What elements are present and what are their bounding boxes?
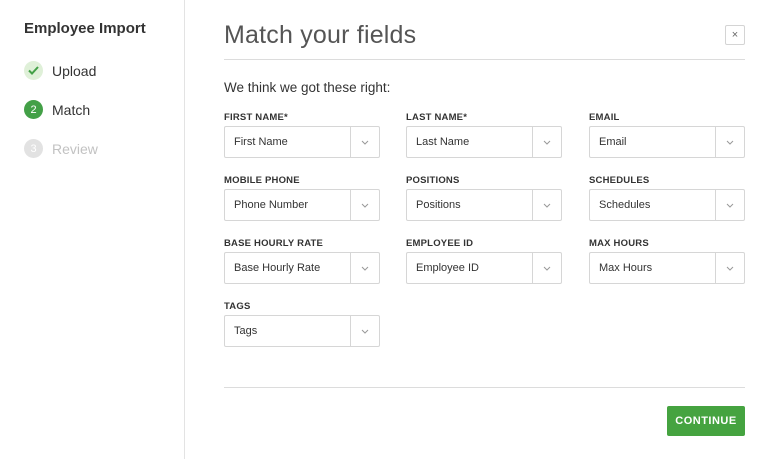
chevron-down-icon	[715, 253, 744, 283]
field-label: MAX HOURS	[589, 238, 649, 249]
step-number-badge: 2	[24, 100, 43, 119]
select-value: Employee ID	[416, 262, 479, 274]
chevron-down-icon	[350, 316, 379, 346]
select-value: Tags	[234, 325, 258, 337]
main-panel: Match your fields × We think we got thes…	[224, 0, 745, 459]
close-icon: ×	[731, 29, 739, 41]
field-label: TAGS	[224, 301, 251, 312]
step-label: Match	[52, 101, 91, 118]
schedules-select[interactable]: Schedules	[589, 189, 745, 221]
step-label: Review	[52, 140, 98, 157]
continue-button[interactable]: CONTINUE	[667, 406, 745, 436]
last-name-select[interactable]: Last Name	[406, 126, 562, 158]
field-email: EMAIL Email	[589, 112, 745, 158]
field-label: MOBILE PHONE	[224, 175, 300, 186]
sidebar-title: Employee Import	[24, 20, 146, 37]
field-last-name: LAST NAME* Last Name	[406, 112, 562, 158]
field-mobile-phone: MOBILE PHONE Phone Number	[224, 175, 380, 221]
employee-id-select[interactable]: Employee ID	[406, 252, 562, 284]
sidebar: Employee Import Upload 2 Match 3 Review	[0, 0, 185, 459]
step-upload[interactable]: Upload	[24, 61, 96, 80]
field-label: EMAIL	[589, 112, 620, 123]
field-base-hourly-rate: BASE HOURLY RATE Base Hourly Rate	[224, 238, 380, 284]
close-button[interactable]: ×	[725, 25, 745, 45]
base-hourly-rate-select[interactable]: Base Hourly Rate	[224, 252, 380, 284]
field-first-name: FIRST NAME* First Name	[224, 112, 380, 158]
step-match[interactable]: 2 Match	[24, 100, 90, 119]
first-name-select[interactable]: First Name	[224, 126, 380, 158]
field-label: BASE HOURLY RATE	[224, 238, 324, 249]
field-label: POSITIONS	[406, 175, 460, 186]
field-tags: TAGS Tags	[224, 301, 380, 347]
select-value: Base Hourly Rate	[234, 262, 321, 274]
chevron-down-icon	[350, 253, 379, 283]
select-value: Last Name	[416, 136, 470, 148]
field-label: FIRST NAME*	[224, 112, 288, 123]
check-icon	[24, 61, 43, 80]
intro-text: We think we got these right:	[224, 80, 391, 95]
chevron-down-icon	[532, 127, 561, 157]
select-value: Schedules	[599, 199, 651, 211]
field-max-hours: MAX HOURS Max Hours	[589, 238, 745, 284]
field-label: SCHEDULES	[589, 175, 650, 186]
positions-select[interactable]: Positions	[406, 189, 562, 221]
chevron-down-icon	[350, 127, 379, 157]
tags-select[interactable]: Tags	[224, 315, 380, 347]
step-review[interactable]: 3 Review	[24, 139, 98, 158]
select-value: Phone Number	[234, 199, 308, 211]
field-label: LAST NAME*	[406, 112, 468, 123]
footer-divider	[224, 387, 745, 388]
chevron-down-icon	[715, 190, 744, 220]
select-value: Max Hours	[599, 262, 653, 274]
select-value: Positions	[416, 199, 461, 211]
select-value: First Name	[234, 136, 288, 148]
max-hours-select[interactable]: Max Hours	[589, 252, 745, 284]
chevron-down-icon	[715, 127, 744, 157]
field-employee-id: EMPLOYEE ID Employee ID	[406, 238, 562, 284]
field-positions: POSITIONS Positions	[406, 175, 562, 221]
field-schedules: SCHEDULES Schedules	[589, 175, 745, 221]
select-value: Email	[599, 136, 627, 148]
chevron-down-icon	[532, 253, 561, 283]
header-divider	[224, 59, 745, 60]
field-label: EMPLOYEE ID	[406, 238, 474, 249]
chevron-down-icon	[350, 190, 379, 220]
mobile-phone-select[interactable]: Phone Number	[224, 189, 380, 221]
chevron-down-icon	[532, 190, 561, 220]
step-number-badge: 3	[24, 139, 43, 158]
page-title: Match your fields	[224, 21, 417, 49]
email-select[interactable]: Email	[589, 126, 745, 158]
step-label: Upload	[52, 62, 97, 79]
